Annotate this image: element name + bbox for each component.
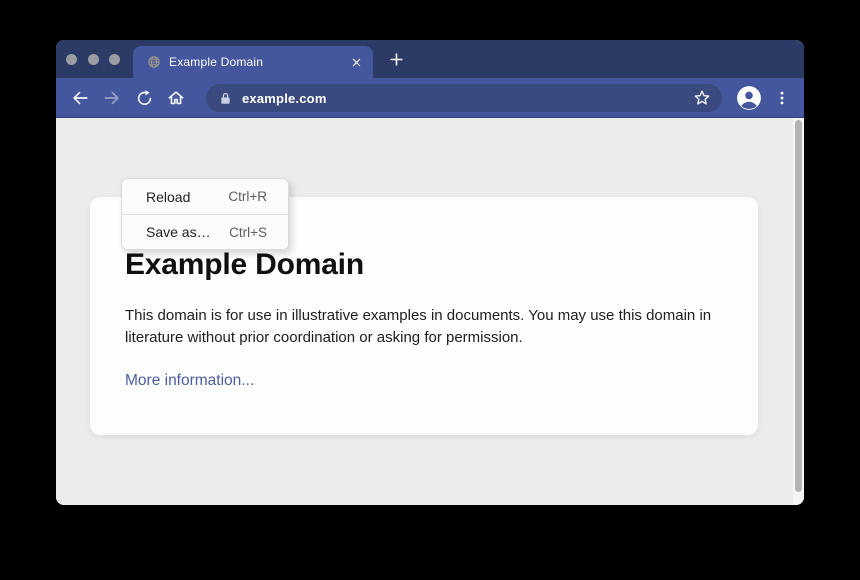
back-button[interactable] xyxy=(68,86,92,110)
traffic-light-maximize[interactable] xyxy=(109,54,120,65)
browser-tab[interactable]: Example Domain xyxy=(133,46,373,78)
menu-item-label: Save as… xyxy=(146,224,211,240)
context-menu: Reload Ctrl+R Save as… Ctrl+S xyxy=(121,178,289,250)
context-menu-item-reload[interactable]: Reload Ctrl+R xyxy=(122,179,288,214)
scrollbar-track[interactable] xyxy=(793,118,804,505)
context-menu-item-save-as[interactable]: Save as… Ctrl+S xyxy=(122,214,288,249)
screen: Example Domain xyxy=(0,0,860,580)
profile-button[interactable] xyxy=(736,85,762,111)
page-body-text: This domain is for use in illustrative e… xyxy=(125,305,717,349)
reload-icon xyxy=(135,89,154,108)
browser-window: Example Domain xyxy=(56,40,804,505)
reload-button[interactable] xyxy=(132,86,156,110)
page-title: Example Domain xyxy=(125,247,722,282)
bookmark-star-icon xyxy=(691,87,713,109)
traffic-light-close[interactable] xyxy=(66,54,77,65)
overflow-menu-button[interactable] xyxy=(772,86,792,110)
lock-icon xyxy=(218,91,233,106)
scrollbar-thumb[interactable] xyxy=(795,120,802,492)
page-content: Example Domain This domain is for use in… xyxy=(56,118,804,505)
close-tab-icon[interactable] xyxy=(347,53,365,71)
tab-title: Example Domain xyxy=(169,55,341,69)
globe-favicon-icon xyxy=(147,55,161,69)
toolbar: example.com xyxy=(56,78,804,118)
menu-item-shortcut: Ctrl+S xyxy=(229,225,267,240)
new-tab-button[interactable] xyxy=(382,45,410,73)
home-icon xyxy=(166,88,186,108)
home-button[interactable] xyxy=(164,86,188,110)
address-bar[interactable]: example.com xyxy=(206,84,722,112)
forward-button[interactable] xyxy=(100,86,124,110)
new-tab-icon xyxy=(388,51,405,68)
profile-icon xyxy=(736,85,762,111)
back-icon xyxy=(70,88,90,108)
more-information-link[interactable]: More information... xyxy=(125,372,254,389)
menu-item-shortcut: Ctrl+R xyxy=(228,189,267,204)
menu-item-label: Reload xyxy=(146,189,190,205)
titlebar: Example Domain xyxy=(56,40,804,78)
forward-icon xyxy=(102,88,122,108)
traffic-light-minimize[interactable] xyxy=(88,54,99,65)
overflow-menu-icon xyxy=(773,89,791,107)
url-text: example.com xyxy=(242,91,327,106)
bookmark-star-button[interactable] xyxy=(691,87,713,109)
